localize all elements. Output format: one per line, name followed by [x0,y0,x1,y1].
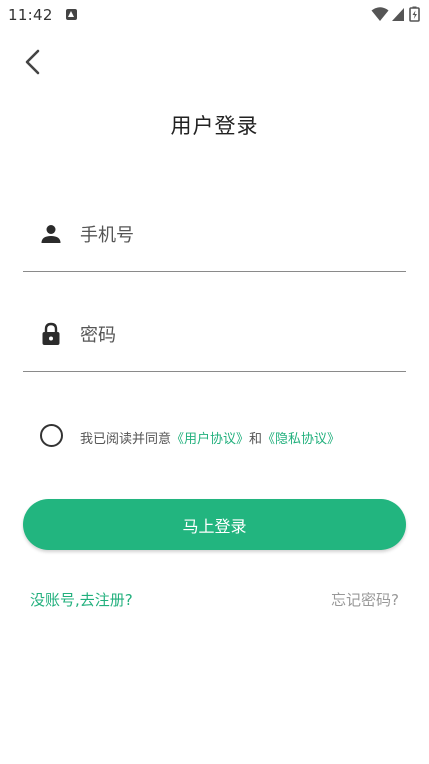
phone-input[interactable] [80,218,390,252]
password-input[interactable] [80,318,390,352]
agreement-text: 我已阅读并同意《用户协议》和《隐私协议》 [80,428,340,447]
agreement-row: 我已阅读并同意《用户协议》和《隐私协议》 [40,424,400,448]
password-field[interactable] [23,312,406,372]
signal-icon [392,8,404,21]
battery-icon [409,6,420,22]
page-title: 用户登录 [170,114,259,138]
user-agreement-link[interactable]: 《用户协议》 [171,432,249,447]
lock-icon [42,322,60,345]
agreement-conjunction: 和 [249,432,263,447]
notification-icon [66,9,77,20]
phone-field[interactable] [23,212,406,272]
status-icons [365,6,429,22]
status-bar: 11:42 [0,0,429,30]
privacy-policy-link[interactable]: 《隐私协议》 [262,432,340,447]
agreement-prefix: 我已阅读并同意 [80,432,172,447]
agree-radio[interactable] [40,424,63,447]
login-button[interactable]: 马上登录 [23,499,406,550]
wifi-icon [371,7,389,21]
person-icon [41,225,61,243]
chevron-left-icon [25,49,40,75]
back-button[interactable] [18,46,50,78]
status-time: 11:42 [8,6,53,24]
forgot-password-link[interactable]: 忘记密码? [331,589,399,610]
register-link[interactable]: 没账号,去注册? [30,589,133,610]
